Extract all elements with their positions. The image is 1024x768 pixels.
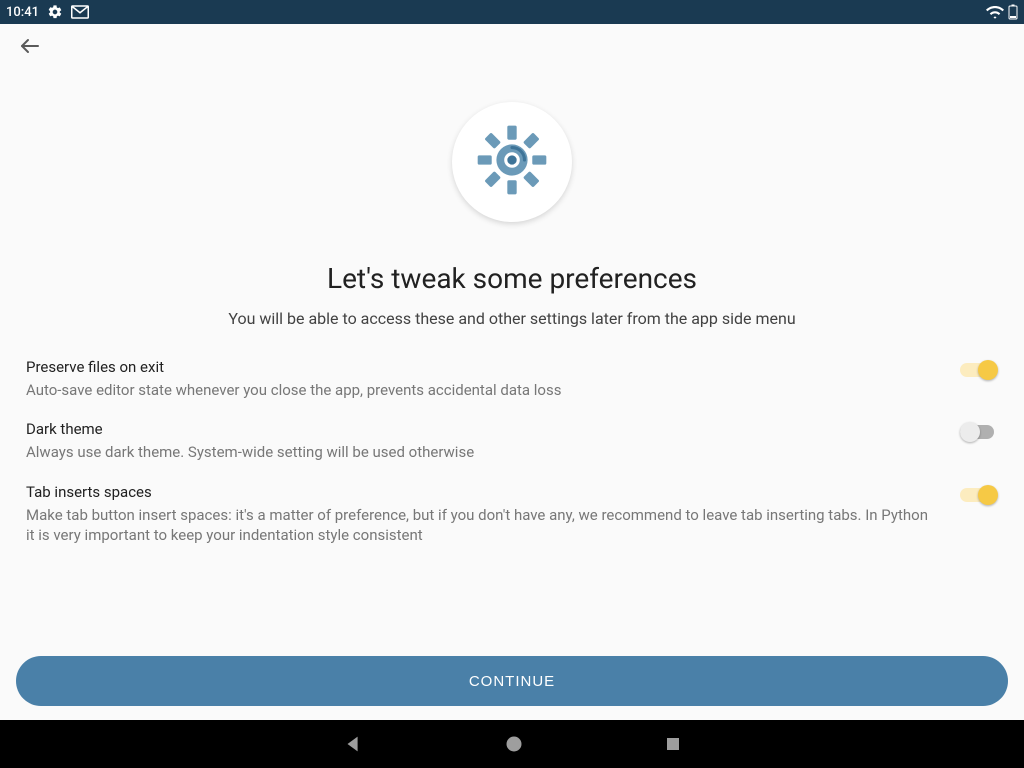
pref-preserve-files[interactable]: Preserve files on exit Auto-save editor … (26, 350, 998, 412)
pref-dark-theme-switch[interactable] (960, 422, 998, 442)
pref-dark-theme[interactable]: Dark theme Always use dark theme. System… (26, 412, 998, 474)
page-subtitle: You will be able to access these and oth… (228, 309, 795, 328)
back-button[interactable] (18, 34, 42, 62)
pref-tab-spaces-switch[interactable] (960, 485, 998, 505)
mail-icon (71, 5, 89, 19)
content-area: Let's tweak some preferences You will be… (0, 24, 1024, 720)
pref-desc: Auto-save editor state whenever you clos… (26, 380, 940, 400)
page-title: Let's tweak some preferences (327, 262, 697, 295)
pref-title: Tab inserts spaces (26, 483, 940, 501)
status-time: 10:41 (6, 5, 39, 20)
nav-home-button[interactable] (504, 734, 524, 754)
pref-desc: Make tab button insert spaces: it's a ma… (26, 505, 940, 546)
nav-recent-button[interactable] (664, 735, 682, 753)
status-bar: 10:41 (0, 0, 1024, 24)
battery-icon (1008, 4, 1018, 20)
gear-icon (473, 121, 551, 203)
pref-preserve-files-switch[interactable] (960, 360, 998, 380)
pref-title: Dark theme (26, 420, 940, 438)
settings-icon (47, 4, 63, 20)
nav-back-button[interactable] (342, 733, 364, 755)
navigation-bar (0, 720, 1024, 768)
pref-title: Preserve files on exit (26, 358, 940, 376)
wifi-icon (986, 5, 1004, 19)
hero-circle (452, 102, 572, 222)
pref-tab-spaces[interactable]: Tab inserts spaces Make tab button inser… (26, 475, 998, 558)
pref-desc: Always use dark theme. System-wide setti… (26, 442, 940, 462)
continue-button[interactable]: CONTINUE (16, 656, 1008, 706)
